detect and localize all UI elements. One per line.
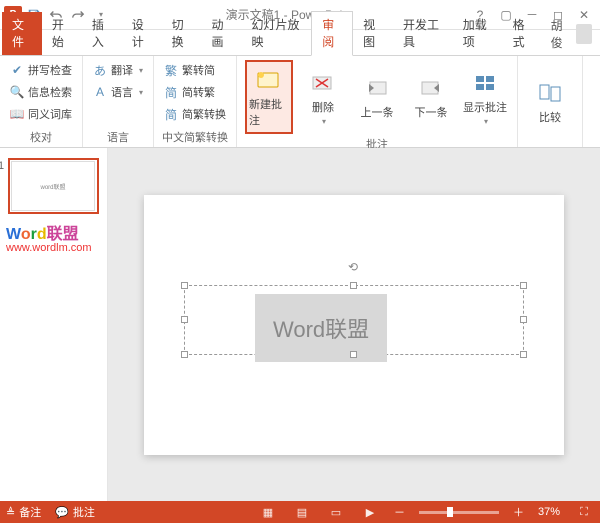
t2s-icon: 繁 [164,63,178,77]
translate-button[interactable]: あ翻译 [91,60,145,80]
group-compare: 比较 [518,56,583,147]
trad-to-simp-button[interactable]: 繁繁转简 [162,60,228,80]
group-chinese: 繁繁转简 简简转繁 简简繁转换 中文简繁转换 [154,56,237,147]
username-text: 胡俊 [551,17,570,51]
prev-comment-button[interactable]: 上一条 [353,60,401,134]
convert-icon: 简 [164,107,178,121]
resize-handle[interactable] [520,316,527,323]
ribbon: ✔拼写检查 🔍信息检索 📖同义词库 校对 あ翻译 A语言 语言 繁繁转简 简简转… [0,56,600,148]
delete-comment-button[interactable]: 删除 [299,60,347,134]
compare-icon [536,79,564,107]
normal-view-button[interactable]: ▦ [258,504,278,520]
simp-to-trad-button[interactable]: 简简转繁 [162,82,228,102]
text-box[interactable]: ⟲ Word联盟 [184,285,524,355]
translate-icon: あ [93,63,107,77]
comments-toggle[interactable]: 💬 批注 [55,504,95,520]
avatar [576,24,592,44]
group-proofing: ✔拼写检查 🔍信息检索 📖同义词库 校对 [0,56,83,147]
language-button[interactable]: A语言 [91,82,145,102]
tab-format[interactable]: 格式 [503,12,543,55]
resize-handle[interactable] [350,282,357,289]
group-label: 语言 [91,129,145,145]
tab-slideshow[interactable]: 幻灯片放映 [241,12,311,55]
compare-button[interactable]: 比较 [526,60,574,143]
tab-home[interactable]: 开始 [42,12,82,55]
ribbon-tabs: 文件 开始 插入 设计 切换 动画 幻灯片放映 审阅 视图 开发工具 加载项 格… [0,30,600,56]
resize-handle[interactable] [181,282,188,289]
show-comments-button[interactable]: 显示批注 [461,60,509,134]
zoom-level[interactable]: 37% [538,506,560,518]
prev-comment-icon [363,74,391,102]
status-bar: ≜ 备注 💬 批注 ▦ ▤ ▭ ▶ － ＋ 37% ⛶ [0,501,600,523]
textbox-content[interactable]: Word联盟 [255,294,387,362]
sorter-view-button[interactable]: ▤ [292,504,312,520]
group-label: 中文简繁转换 [162,129,228,145]
thumb-number: 1 [0,160,4,172]
spelling-icon: ✔ [10,63,24,77]
zoom-in-button[interactable]: ＋ [513,504,524,520]
thesaurus-button[interactable]: 📖同义词库 [8,104,74,124]
tab-file[interactable]: 文件 [2,12,42,55]
group-comments: 新建批注 删除 上一条 下一条 显示批注 批注 [237,56,518,147]
tab-insert[interactable]: 插入 [82,12,122,55]
resize-handle[interactable] [520,282,527,289]
spelling-button[interactable]: ✔拼写检查 [8,60,74,80]
tab-addin[interactable]: 加载项 [453,12,503,55]
tab-view[interactable]: 视图 [353,12,393,55]
resize-handle[interactable] [350,351,357,358]
watermark: Word联盟 www.wordlm.com [6,220,92,254]
notes-toggle[interactable]: ≜ 备注 [6,504,41,520]
workspace: 1 word联盟 Word联盟 www.wordlm.com ⟲ Word联盟 [0,148,600,501]
fit-window-button[interactable]: ⛶ [574,504,594,520]
tab-transition[interactable]: 切换 [162,12,202,55]
research-button[interactable]: 🔍信息检索 [8,82,74,102]
resize-handle[interactable] [181,316,188,323]
watermark-url: www.wordlm.com [6,242,92,254]
next-comment-button[interactable]: 下一条 [407,60,455,134]
slide[interactable]: ⟲ Word联盟 [144,195,564,455]
slide-canvas[interactable]: ⟲ Word联盟 [108,148,600,501]
account-name[interactable]: 胡俊 [543,13,600,55]
new-comment-icon [255,66,283,94]
delete-comment-icon [309,69,337,97]
resize-handle[interactable] [181,351,188,358]
tab-animation[interactable]: 动画 [202,12,242,55]
new-comment-button[interactable]: 新建批注 [245,60,293,134]
reading-view-button[interactable]: ▭ [326,504,346,520]
tab-developer[interactable]: 开发工具 [393,12,453,55]
group-language: あ翻译 A语言 语言 [83,56,154,147]
research-icon: 🔍 [10,85,24,99]
thumb-preview: word联盟 [11,161,95,211]
zoom-out-button[interactable]: － [394,504,405,520]
next-comment-icon [417,74,445,102]
group-label: 校对 [8,129,74,145]
slideshow-view-button[interactable]: ▶ [360,504,380,520]
tab-review[interactable]: 审阅 [311,11,353,56]
s2t-icon: 简 [164,85,178,99]
language-icon: A [93,85,107,99]
slide-thumbnail[interactable]: 1 word联盟 [8,158,99,214]
rotate-handle[interactable]: ⟲ [348,260,360,272]
resize-handle[interactable] [520,351,527,358]
tab-design[interactable]: 设计 [122,12,162,55]
show-comments-icon [471,69,499,97]
convert-button[interactable]: 简简繁转换 [162,104,228,124]
thumbnail-pane[interactable]: 1 word联盟 Word联盟 www.wordlm.com [0,148,108,501]
zoom-slider[interactable] [419,511,499,514]
thesaurus-icon: 📖 [10,107,24,121]
zoom-knob[interactable] [447,507,453,517]
